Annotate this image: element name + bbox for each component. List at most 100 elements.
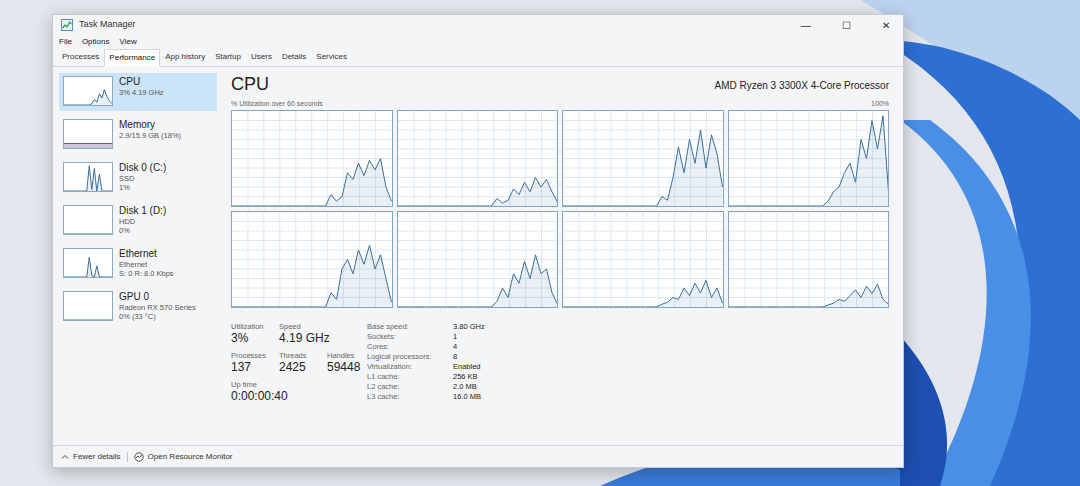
- window-control-button[interactable]: ✕: [869, 15, 903, 35]
- stat-value: 59448: [327, 360, 360, 375]
- stat: Utilization3%: [231, 322, 279, 346]
- stat-value: 3%: [231, 331, 279, 346]
- stats-left: Utilization3%Speed4.19 GHz Processes137Th…: [231, 322, 361, 404]
- sidebar-thumbnail: [63, 205, 113, 235]
- sidebar-item-title: Disk 1 (D:): [119, 205, 166, 217]
- tab[interactable]: Processes: [57, 48, 104, 66]
- core-area: [398, 255, 558, 307]
- stat-label: Speed: [279, 322, 330, 331]
- tab[interactable]: Users: [246, 48, 277, 66]
- sidebar-item-detail: S: 0 R: 8.0 Kbps: [119, 269, 174, 278]
- detail-value: 16.0 MB: [453, 392, 485, 402]
- sidebar-item[interactable]: EthernetEthernetS: 0 R: 8.0 Kbps: [59, 245, 217, 283]
- sidebar: CPU3% 4.19 GHz Memory2.9/15.9 GB (18%) Dis…: [53, 67, 217, 445]
- panel-title: CPU: [231, 73, 269, 95]
- core-graphs: [231, 110, 889, 308]
- tab[interactable]: Performance: [104, 49, 160, 67]
- sidebar-thumbnail-chart: [64, 77, 112, 105]
- content: CPU3% 4.19 GHzMemory2.9/15.9 GB (18%)Dis…: [53, 67, 903, 445]
- core-graph: [562, 211, 724, 308]
- tab[interactable]: Services: [311, 48, 352, 66]
- sidebar-thumbnail-chart: [64, 249, 112, 277]
- sidebar-item-text: EthernetEthernetS: 0 R: 8.0 Kbps: [119, 248, 174, 278]
- stats-row: Utilization3%Speed4.19 GHz: [231, 322, 361, 346]
- details-list: Base speed:3.80 GHzSockets:1Cores:4Logic…: [367, 322, 485, 404]
- detail-value: 8: [453, 352, 485, 362]
- sidebar-thumbnail-chart: [64, 292, 112, 320]
- detail-value: 3.80 GHz: [453, 322, 485, 332]
- menu-item[interactable]: File: [59, 36, 72, 48]
- stat-value: 2425: [279, 360, 327, 375]
- sidebar-item[interactable]: Disk 0 (C:)SSD1%: [59, 159, 217, 197]
- panel-header: CPUAMD Ryzen 3 3300X 4-Core Processor: [231, 73, 889, 95]
- tab-bar: ProcessesPerformanceApp historyStartupUs…: [53, 49, 903, 67]
- sidebar-item-detail: 1%: [119, 183, 166, 192]
- task-manager-window[interactable]: Task Manager—☐✕FileOptionsViewProcessesP…: [52, 14, 904, 468]
- core-graph: [231, 110, 393, 207]
- sidebar-item-text: Disk 0 (C:)SSD1%: [119, 162, 166, 192]
- tab[interactable]: App history: [160, 48, 210, 66]
- sidebar-item-detail: 0% (33 °C): [119, 312, 196, 321]
- window-control-button[interactable]: ☐: [829, 15, 863, 35]
- menu-item[interactable]: Options: [82, 36, 110, 48]
- resource-monitor-link[interactable]: Open Resource Monitor: [134, 451, 233, 463]
- core-line: [729, 284, 889, 307]
- detail-label: Cores:: [367, 342, 445, 352]
- sidebar-thumbnail-line: [64, 234, 112, 235]
- sidebar-item-detail: 2.9/15.9 GB (18%): [119, 131, 181, 140]
- stats-area: Utilization3%Speed4.19 GHz Processes137Th…: [231, 322, 889, 404]
- menu-item[interactable]: View: [119, 36, 136, 48]
- core-line: [232, 159, 392, 207]
- sidebar-item[interactable]: Disk 1 (D:)HDD0%: [59, 202, 217, 240]
- detail-value: 2.0 MB: [453, 382, 485, 392]
- core-line: [398, 255, 558, 307]
- core-graph: [397, 110, 559, 207]
- core-area: [232, 245, 392, 307]
- sidebar-item-text: CPU3% 4.19 GHz: [119, 76, 164, 97]
- sidebar-thumbnail-area: [64, 90, 112, 105]
- core-chart: [563, 212, 723, 307]
- detail-value: 256 KB: [453, 372, 485, 382]
- title-bar[interactable]: Task Manager—☐✕: [53, 15, 903, 35]
- resource-monitor-label: Open Resource Monitor: [148, 451, 233, 463]
- sidebar-item[interactable]: CPU3% 4.19 GHz: [59, 73, 217, 111]
- sidebar-item-title: Disk 0 (C:): [119, 162, 166, 174]
- resource-monitor-icon: [134, 452, 144, 462]
- sidebar-item-detail: 0%: [119, 226, 166, 235]
- stats-row: Up time0:00:00:40: [231, 380, 361, 404]
- sidebar-item-detail: 3% 4.19 GHz: [119, 88, 164, 97]
- core-line: [232, 245, 392, 307]
- stats-row: Processes137Threads2425Handles59448: [231, 351, 361, 375]
- stat: Up time0:00:00:40: [231, 380, 288, 404]
- sidebar-item-text: GPU 0Radeon RX 570 Series0% (33 °C): [119, 291, 196, 321]
- core-line: [563, 280, 723, 307]
- sidebar-item-detail: Radeon RX 570 Series: [119, 303, 196, 312]
- sidebar-item-text: Memory2.9/15.9 GB (18%): [119, 119, 181, 140]
- stat: Speed4.19 GHz: [279, 322, 330, 346]
- axis-max: 100%: [871, 99, 889, 108]
- tab[interactable]: Details: [277, 48, 311, 66]
- footer-separator: [127, 452, 128, 462]
- sidebar-item-detail: Ethernet: [119, 260, 174, 269]
- core-line: [729, 116, 889, 206]
- fewer-details-button[interactable]: Fewer details: [61, 451, 121, 463]
- detail-label: L3 cache:: [367, 392, 445, 402]
- sidebar-thumbnail: [63, 162, 113, 192]
- sidebar-item[interactable]: GPU 0Radeon RX 570 Series0% (33 °C): [59, 288, 217, 326]
- stat-label: Up time: [231, 380, 288, 389]
- sidebar-item-detail: HDD: [119, 217, 166, 226]
- sidebar-thumbnail-chart: [64, 163, 112, 191]
- sidebar-item-title: GPU 0: [119, 291, 196, 303]
- axis-row: % Utilization over 60 seconds100%: [231, 99, 889, 108]
- detail-value: 4: [453, 342, 485, 352]
- sidebar-item[interactable]: Memory2.9/15.9 GB (18%): [59, 116, 217, 154]
- stat-value: 137: [231, 360, 279, 375]
- sidebar-thumbnail-area: [64, 234, 112, 235]
- tab[interactable]: Startup: [210, 48, 246, 66]
- stat-value: 4.19 GHz: [279, 331, 330, 346]
- detail-value: 1: [453, 332, 485, 342]
- footer: Fewer details Open Resource Monitor: [53, 445, 903, 467]
- detail-label: L1 cache:: [367, 372, 445, 382]
- core-graph: [562, 110, 724, 207]
- window-control-button[interactable]: —: [789, 15, 823, 35]
